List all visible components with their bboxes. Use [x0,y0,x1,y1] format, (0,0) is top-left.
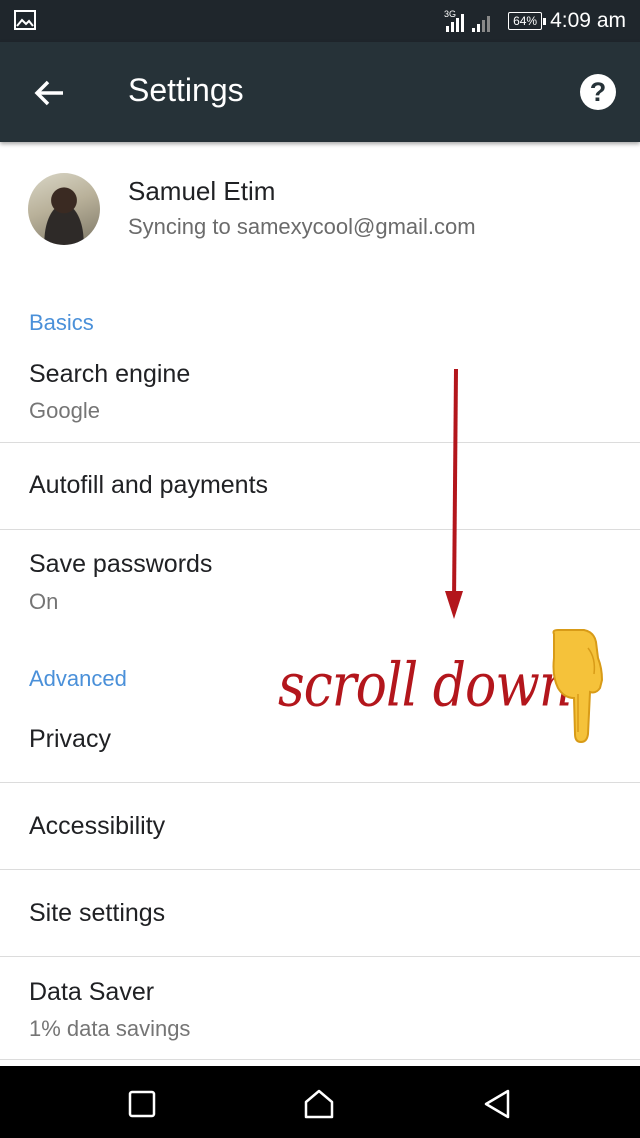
page-title: Settings [128,72,244,108]
pointing-down-hand-icon [552,629,604,744]
item-label: Site settings [29,899,166,927]
divider [0,1059,640,1060]
battery-indicator: 64% [508,12,547,30]
back-nav-icon[interactable] [480,1086,516,1122]
item-value: 1% data savings [29,1016,191,1041]
section-header-basics: Basics [29,310,94,335]
arrow-back-icon[interactable] [30,73,70,113]
scroll-down-annotation: scroll down [278,651,572,721]
account-sync-status: Syncing to samexycool@gmail.com [128,214,476,239]
settings-item-accessibility[interactable]: Accessibility [0,783,640,869]
item-value: On [29,589,59,614]
svg-text:3G: 3G [444,9,456,19]
item-label: Accessibility [29,812,166,840]
status-time: 4:09 am [550,9,626,32]
item-label: Autofill and payments [29,471,269,499]
item-label: Data Saver [29,978,155,1006]
item-value: Google [29,398,100,423]
account-row[interactable]: Samuel Etim Syncing to samexycool@gmail.… [0,142,640,272]
settings-item-site-settings[interactable]: Site settings [0,870,640,956]
settings-item-search-engine[interactable]: Search engine Google [0,352,640,442]
settings-item-data-saver[interactable]: Data Saver 1% data savings [0,957,640,1059]
home-icon[interactable] [301,1086,337,1122]
avatar [28,173,100,245]
item-label: Search engine [29,360,191,388]
item-label: Privacy [29,725,111,753]
gallery-notification-icon [14,10,36,30]
settings-item-autofill[interactable]: Autofill and payments [0,443,640,529]
recent-apps-icon[interactable] [124,1086,160,1122]
account-name: Samuel Etim [128,176,276,206]
item-label: Save passwords [29,550,213,578]
status-bar: 3G 64% 4:09 am [0,0,640,42]
app-toolbar: Settings ? [0,42,640,142]
help-icon[interactable]: ? [580,74,616,110]
scroll-arrow-annotation [445,368,463,619]
signal-icon: 3G [444,9,491,32]
settings-item-save-passwords[interactable]: Save passwords On [0,530,640,630]
system-nav-bar [0,1066,640,1138]
section-header-advanced: Advanced [29,666,127,691]
